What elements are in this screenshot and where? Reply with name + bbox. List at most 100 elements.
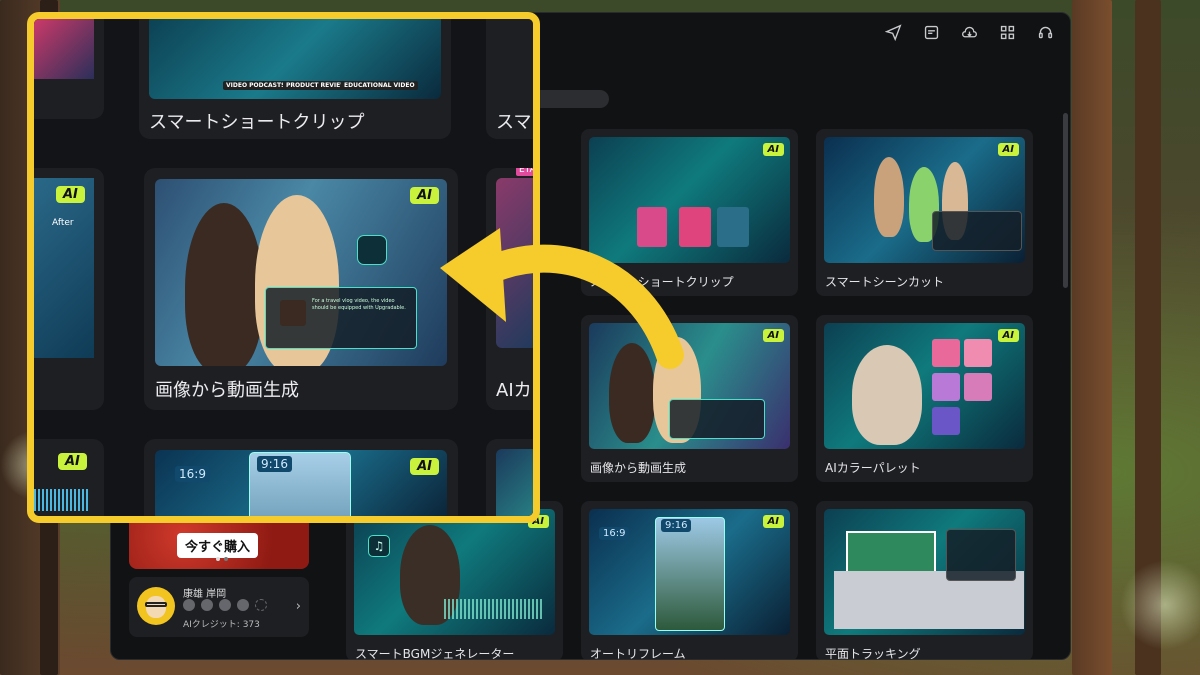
- chevron-right-icon[interactable]: ›: [296, 599, 301, 614]
- card-label: 画像から動画生成: [590, 461, 687, 475]
- clip-tile: [637, 207, 667, 247]
- zoom-card-smart-short-clip: VIDEO PODCASTS PRODUCT REVIEWS EDUCATION…: [139, 19, 451, 139]
- zoom-thumbnail: [496, 449, 533, 516]
- jumping-woman: [852, 345, 922, 445]
- image-to-video-icon: [357, 235, 387, 265]
- zoom-card-partial: ETA AIカ: [486, 168, 533, 410]
- user-name: 康雄 岸岡: [183, 589, 227, 600]
- send-icon[interactable]: [882, 21, 904, 43]
- ai-badge: AI: [762, 143, 784, 156]
- feature-card-smart-bgm-generator[interactable]: ♫ AI スマートBGMジェネレーター: [346, 501, 563, 660]
- card-label: スマートシーンカット: [825, 275, 945, 289]
- zoom-card-partial: [486, 439, 533, 516]
- ai-badge: AI: [410, 458, 439, 475]
- badge-icon: [201, 599, 213, 611]
- avatar-face: [146, 596, 166, 618]
- feature-card-image-to-video[interactable]: AI 画像から動画生成: [581, 315, 798, 482]
- zoom-card-label: スマートショートクリップ: [149, 112, 365, 133]
- top-toolbar: [882, 21, 1056, 43]
- zoom-thumbnail: [34, 19, 94, 79]
- zoom-card-label: 画像から動画生成: [155, 380, 299, 401]
- badge-icon: [219, 599, 231, 611]
- card-label: 平面トラッキング: [825, 647, 921, 660]
- scene-panel: [932, 211, 1022, 251]
- zoom-card-partial: AI: [34, 439, 104, 516]
- clip-tile: [717, 207, 749, 247]
- color-swatch: [932, 339, 960, 367]
- prompt-text: For a travel vlog video, the video shoul…: [312, 298, 406, 311]
- user-profile-card[interactable]: 康雄 岸岡 › AIクレジット: 373: [129, 577, 309, 637]
- feature-card-ai-color-palette[interactable]: AI AIカラーパレット: [816, 315, 1033, 482]
- zoom-callout: VIDEO PODCASTS PRODUCT REVIEWS EDUCATION…: [27, 12, 540, 523]
- card-label: スマートBGMジェネレーター: [355, 647, 515, 660]
- feature-card-auto-reframe[interactable]: 16:9 9:16 AI オートリフレーム: [581, 501, 798, 660]
- tree-trunk: [1072, 0, 1112, 675]
- zoom-thumbnail: VIDEO PODCASTS PRODUCT REVIEWS EDUCATION…: [149, 19, 441, 99]
- search-pill[interactable]: [531, 90, 609, 108]
- zoom-thumbnail: 16:9 9:16 AI: [155, 450, 447, 516]
- card-thumbnail: AI: [589, 137, 790, 263]
- audio-waveform: [444, 599, 544, 619]
- card-thumbnail: AI: [824, 137, 1025, 263]
- sunlight: [1120, 560, 1200, 650]
- card-thumbnail: [824, 509, 1025, 635]
- zoom-thumbnail: [496, 178, 533, 348]
- ai-badge: AI: [762, 329, 784, 342]
- prompt-panel: For a travel vlog video, the video shoul…: [265, 287, 417, 349]
- card-label: スマートショートクリップ: [590, 275, 734, 289]
- ai-badge: AI: [997, 329, 1019, 342]
- card-thumbnail: AI: [824, 323, 1025, 449]
- feedback-icon[interactable]: [920, 21, 942, 43]
- clip-tile: [679, 207, 711, 247]
- zoom-card-label: スマ: [496, 112, 532, 133]
- woman-portrait: [185, 203, 263, 366]
- beta-badge: ETA: [516, 168, 533, 176]
- portrait-frame: [655, 517, 725, 631]
- zoom-card-image-to-video: For a travel vlog video, the video shoul…: [144, 168, 458, 410]
- feature-card-planar-tracking[interactable]: 平面トラッキング: [816, 501, 1033, 660]
- scrollbar[interactable]: [1063, 113, 1068, 288]
- cloud-icon[interactable]: [958, 21, 980, 43]
- woman-portrait: [609, 343, 655, 443]
- card-label: オートリフレーム: [590, 647, 686, 660]
- zoom-thumbnail: After AI: [34, 178, 94, 358]
- avatar-glasses: [145, 602, 167, 607]
- clip-tag: EDUCATIONAL VIDEO: [341, 81, 418, 90]
- ai-badge: AI: [58, 453, 87, 470]
- carousel-dots[interactable]: [216, 557, 228, 561]
- card-label: AIカラーパレット: [825, 461, 921, 475]
- ratio-label: 16:9: [175, 466, 210, 482]
- color-swatch: [964, 373, 992, 401]
- badge-icon: [237, 599, 249, 611]
- ai-credits: AIクレジット: 373: [183, 620, 260, 630]
- ai-badge: AI: [410, 187, 439, 204]
- card-thumbnail: AI: [589, 323, 790, 449]
- prompt-thumb: [280, 300, 306, 326]
- audio-waveform: [34, 489, 89, 511]
- tracking-panel: [946, 529, 1016, 581]
- color-swatch: [932, 407, 960, 435]
- ratio-label: 9:16: [257, 456, 292, 472]
- ai-badge: AI: [762, 515, 784, 528]
- dancer: [874, 157, 904, 237]
- avatar: [137, 587, 175, 625]
- music-note-icon: ♫: [368, 535, 390, 557]
- clip-tag: VIDEO PODCASTS: [223, 81, 289, 90]
- ai-badge: AI: [56, 186, 85, 203]
- zoom-card-auto-reframe: 16:9 9:16 AI: [144, 439, 458, 516]
- billboard: [846, 531, 936, 573]
- feature-card-smart-scene-cut[interactable]: AI スマートシーンカット: [816, 129, 1033, 296]
- zoom-thumbnail: For a travel vlog video, the video shoul…: [155, 179, 447, 366]
- buy-now-button[interactable]: 今すぐ購入: [177, 533, 259, 558]
- after-label: After: [52, 218, 74, 228]
- ai-badge: AI: [997, 143, 1019, 156]
- color-swatch: [932, 373, 960, 401]
- grid-icon[interactable]: [996, 21, 1018, 43]
- feature-card-smart-short-clip[interactable]: AI スマートショートクリップ: [581, 129, 798, 296]
- zoom-card-partial: After AI: [34, 168, 104, 410]
- zoom-card-label: AIカ: [496, 380, 532, 401]
- headset-icon[interactable]: [1034, 21, 1056, 43]
- card-thumbnail: ♫ AI: [354, 509, 555, 635]
- ratio-label: 9:16: [661, 519, 692, 532]
- prompt-panel: [669, 399, 765, 439]
